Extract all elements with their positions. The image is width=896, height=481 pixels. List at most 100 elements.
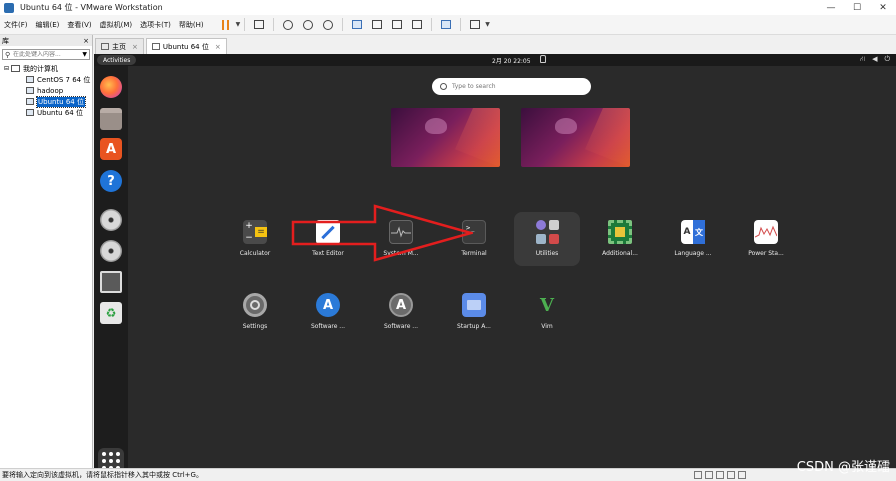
app-startup-applications[interactable]: Startup A... xyxy=(441,285,507,339)
floppy-drive-icon[interactable] xyxy=(100,271,122,293)
tab-ubuntu[interactable]: Ubuntu 64 位 × xyxy=(145,38,227,54)
pause-vm-button[interactable] xyxy=(219,18,233,32)
window-controls: — ☐ ✕ xyxy=(818,0,896,15)
vm-icon xyxy=(151,43,160,50)
toolbar-divider xyxy=(244,18,246,31)
snapshot-manager-button[interactable] xyxy=(321,18,335,32)
pause-icon xyxy=(222,19,230,30)
grid-dot xyxy=(116,459,120,463)
minimize-button[interactable]: — xyxy=(818,0,844,15)
tree-node-label: CentOS 7 64 位 xyxy=(37,75,91,84)
menu-bar: 文件(F) 编辑(E) 查看(V) 虚拟机(M) 选项卡(T) 帮助(H) ▼ … xyxy=(0,15,896,35)
app-label: Language ... xyxy=(674,250,712,257)
wallpaper-shard xyxy=(585,108,630,167)
vm-tree: ⊟ 我的计算机 CentOS 7 64 位 hadoop Ubuntu 64 位… xyxy=(0,63,92,118)
snapshot-button[interactable] xyxy=(281,18,295,32)
vm-screen[interactable]: Activities 2月 20 22:05 ⛙ ◀ ⏻ A ? ♻ Type … xyxy=(94,54,896,468)
full-screen-icon xyxy=(392,20,403,29)
menu-file[interactable]: 文件(F) xyxy=(0,20,32,30)
status-bar: 要将输入定向到该虚拟机，请将鼠标指针移入其中或按 Ctrl+G。 xyxy=(0,468,896,481)
window-shape xyxy=(467,300,481,310)
cd-drive-icon[interactable] xyxy=(100,209,122,231)
full-screen-button[interactable] xyxy=(390,18,404,32)
show-library-button[interactable] xyxy=(350,18,364,32)
pause-dropdown-icon[interactable]: ▼ xyxy=(236,21,241,28)
app-settings[interactable]: Settings xyxy=(222,285,288,339)
lang-key: A xyxy=(683,227,691,237)
files-icon[interactable] xyxy=(100,108,122,130)
library-search-input[interactable] xyxy=(13,51,73,58)
wallpaper-shard xyxy=(455,108,500,167)
help-icon[interactable]: ? xyxy=(100,170,122,192)
workspace-thumbnail-1[interactable] xyxy=(391,108,500,167)
app-additional-drivers[interactable]: Additional... xyxy=(587,212,653,266)
app-software-updater[interactable]: A Software ... xyxy=(295,285,361,339)
app-search-input[interactable] xyxy=(452,83,572,90)
menu-vm[interactable]: 虚拟机(M) xyxy=(96,20,137,30)
cd-drive-icon[interactable] xyxy=(100,240,122,262)
clock[interactable]: 2月 20 22:05 xyxy=(492,56,531,65)
search-icon: ⚲ xyxy=(5,50,11,59)
thumbnail-icon xyxy=(372,20,383,29)
tree-node-ubuntu-selected[interactable]: Ubuntu 64 位 xyxy=(0,95,92,108)
app-calculator[interactable]: + = − Calculator xyxy=(222,212,288,266)
tree-node-hadoop[interactable]: hadoop xyxy=(0,85,92,96)
app-vim[interactable]: V Vim xyxy=(514,285,580,339)
app-center-icon[interactable]: A xyxy=(100,138,122,160)
sound-icon[interactable] xyxy=(738,471,746,479)
library-close-button[interactable]: × xyxy=(83,37,89,45)
stretch-dropdown-icon[interactable]: ▼ xyxy=(485,21,490,28)
network-adapter-icon[interactable] xyxy=(716,471,724,479)
console-view-button[interactable] xyxy=(439,18,453,32)
console-icon xyxy=(441,20,452,29)
menu-help[interactable]: 帮助(H) xyxy=(175,20,208,30)
software-updater-icon: A xyxy=(316,293,340,317)
grid-dot xyxy=(109,459,113,463)
app-language-support[interactable]: A 文 Language ... xyxy=(660,212,726,266)
network-icon: ⛙ xyxy=(860,55,866,63)
activities-button[interactable]: Activities xyxy=(97,55,137,65)
close-button[interactable]: ✕ xyxy=(870,0,896,15)
tab-label: Ubuntu 64 位 xyxy=(162,42,209,51)
revert-snapshot-button[interactable] xyxy=(301,18,315,32)
workspace-thumbnail-2[interactable] xyxy=(521,108,630,167)
maximize-button[interactable]: ☐ xyxy=(844,0,870,15)
tab-close-icon[interactable]: × xyxy=(215,43,221,51)
show-applications-button[interactable] xyxy=(98,448,124,468)
firefox-icon[interactable] xyxy=(100,76,122,98)
home-icon xyxy=(101,43,109,50)
search-dropdown-icon[interactable]: ▼ xyxy=(82,51,87,58)
tree-node-centos[interactable]: CentOS 7 64 位 xyxy=(0,74,92,85)
tree-node-ubuntu[interactable]: Ubuntu 64 位 xyxy=(0,107,92,118)
menu-tabs[interactable]: 选项卡(T) xyxy=(136,20,175,30)
startup-applications-icon xyxy=(462,293,486,317)
title-bar: Ubuntu 64 位 - VMware Workstation — ☐ ✕ xyxy=(0,0,896,15)
collapse-icon[interactable]: ⊟ xyxy=(4,65,9,72)
system-tray[interactable]: ⛙ ◀ ⏻ xyxy=(860,55,890,64)
menu-edit[interactable]: 编辑(E) xyxy=(32,20,64,30)
library-search: ⚲ ▼ xyxy=(2,49,90,60)
calc-key: − xyxy=(245,233,253,243)
app-power-statistics[interactable]: Power Sta... xyxy=(733,212,799,266)
app-label: Calculator xyxy=(239,250,271,257)
tree-node-my-computer[interactable]: ⊟ 我的计算机 xyxy=(0,63,92,74)
library-title: 库 xyxy=(2,36,9,45)
cd-rom-icon[interactable] xyxy=(705,471,713,479)
hard-disk-icon[interactable] xyxy=(694,471,702,479)
send-ctrl-alt-del-button[interactable] xyxy=(252,18,266,32)
tab-close-icon[interactable]: × xyxy=(132,43,138,51)
menu-view[interactable]: 查看(V) xyxy=(63,20,95,30)
thumbnail-bar-button[interactable] xyxy=(370,18,384,32)
stretch-button[interactable] xyxy=(468,18,482,32)
gear-icon xyxy=(243,293,267,317)
ubuntu-top-bar: Activities 2月 20 22:05 ⛙ ◀ ⏻ xyxy=(94,54,896,66)
chip-icon xyxy=(608,220,632,244)
toolbar-divider xyxy=(431,18,433,31)
app-search-box[interactable] xyxy=(432,78,591,95)
app-folder-utilities[interactable]: Utilities xyxy=(514,212,580,266)
app-software-properties[interactable]: A Software ... xyxy=(368,285,434,339)
usb-icon[interactable] xyxy=(727,471,735,479)
tab-home[interactable]: 主页 × xyxy=(95,38,144,54)
unity-button[interactable] xyxy=(410,18,424,32)
trash-icon[interactable]: ♻ xyxy=(100,302,122,324)
